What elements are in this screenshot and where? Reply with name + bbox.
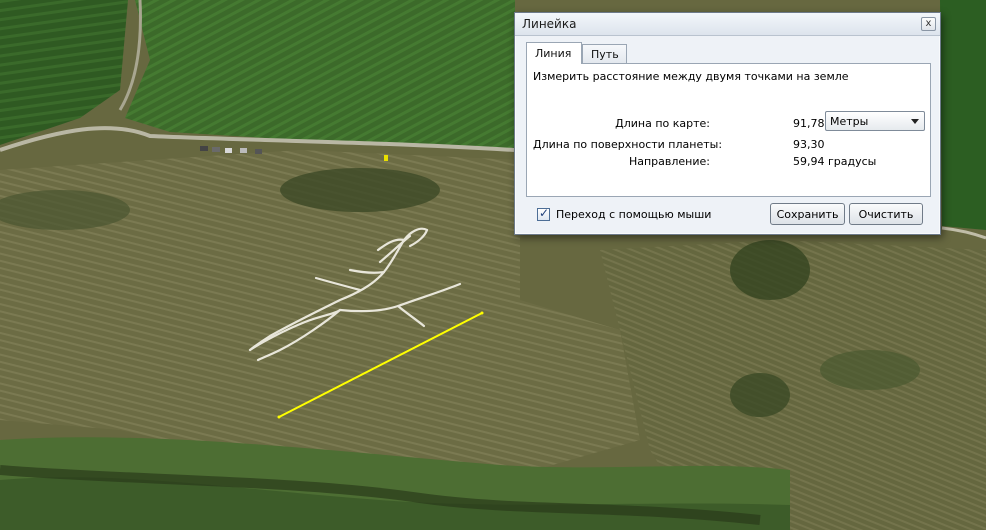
dialog-title: Линейка <box>522 17 577 31</box>
measure-description: Измерить расстояние между двумя точками … <box>533 70 849 83</box>
heading-label: Направление: <box>628 155 710 168</box>
dialog-titlebar[interactable]: Линейка x <box>515 13 940 36</box>
ruler-dialog: Линейка x Линия Путь Измерить расстояние… <box>514 12 941 235</box>
checkmark-icon: ✓ <box>539 206 550 220</box>
mouse-navigation-checkbox[interactable]: ✓ <box>537 206 550 221</box>
unit-select[interactable]: Метры <box>825 111 925 131</box>
map-length-label: Длина по карте: <box>615 117 710 130</box>
mouse-navigation-label: Переход с помощью мыши <box>556 208 712 221</box>
tab-line[interactable]: Линия <box>526 42 582 64</box>
tab-line-label: Линия <box>535 47 572 60</box>
tab-path-label: Путь <box>591 48 619 61</box>
unit-select-value: Метры <box>830 115 869 128</box>
ground-length-value: 93,30 <box>793 138 825 151</box>
ruler-start-point[interactable] <box>277 415 281 419</box>
save-button[interactable]: Сохранить <box>770 203 845 225</box>
map-length-value: 91,78 <box>793 117 825 130</box>
heading-value: 59,94 градусы <box>793 155 877 168</box>
ground-length-label: Длина по поверхности планеты: <box>533 138 723 151</box>
tab-path[interactable]: Путь <box>582 44 627 63</box>
tab-panel-line: Измерить расстояние между двумя точками … <box>526 63 931 197</box>
chevron-down-icon <box>911 119 919 124</box>
clear-button[interactable]: Очистить <box>849 203 923 225</box>
ruler-end-point[interactable] <box>480 311 484 315</box>
close-button[interactable]: x <box>921 17 936 31</box>
close-icon: x <box>925 18 932 29</box>
